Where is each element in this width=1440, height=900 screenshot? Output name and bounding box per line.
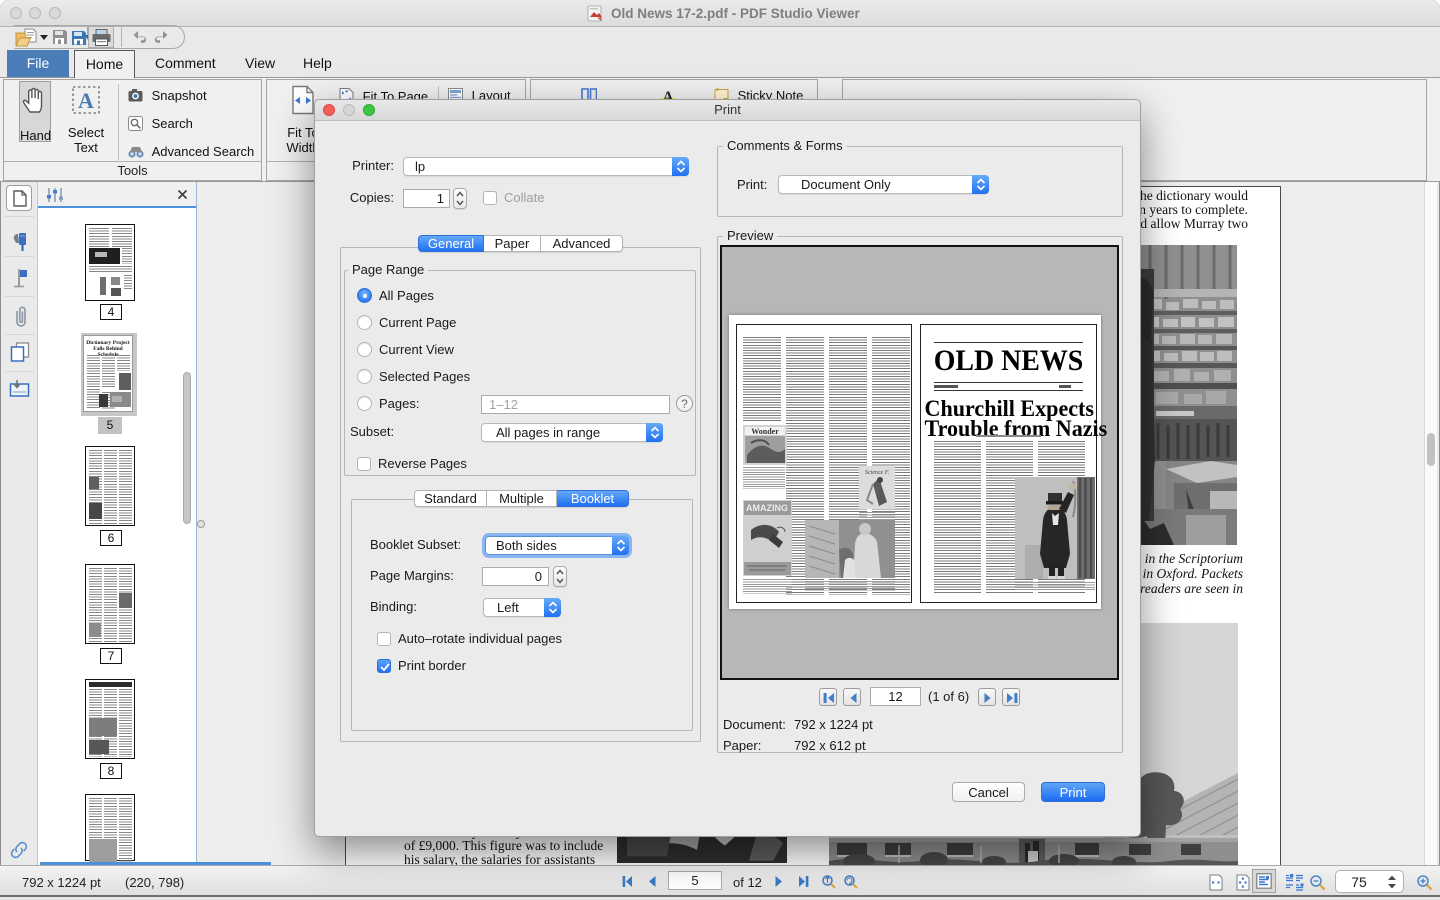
svg-text:AMAZING: AMAZING [746,503,788,513]
svg-text:A: A [78,88,94,113]
svg-text:Science F.: Science F. [865,470,889,476]
svg-text:Wonder: Wonder [751,427,779,436]
